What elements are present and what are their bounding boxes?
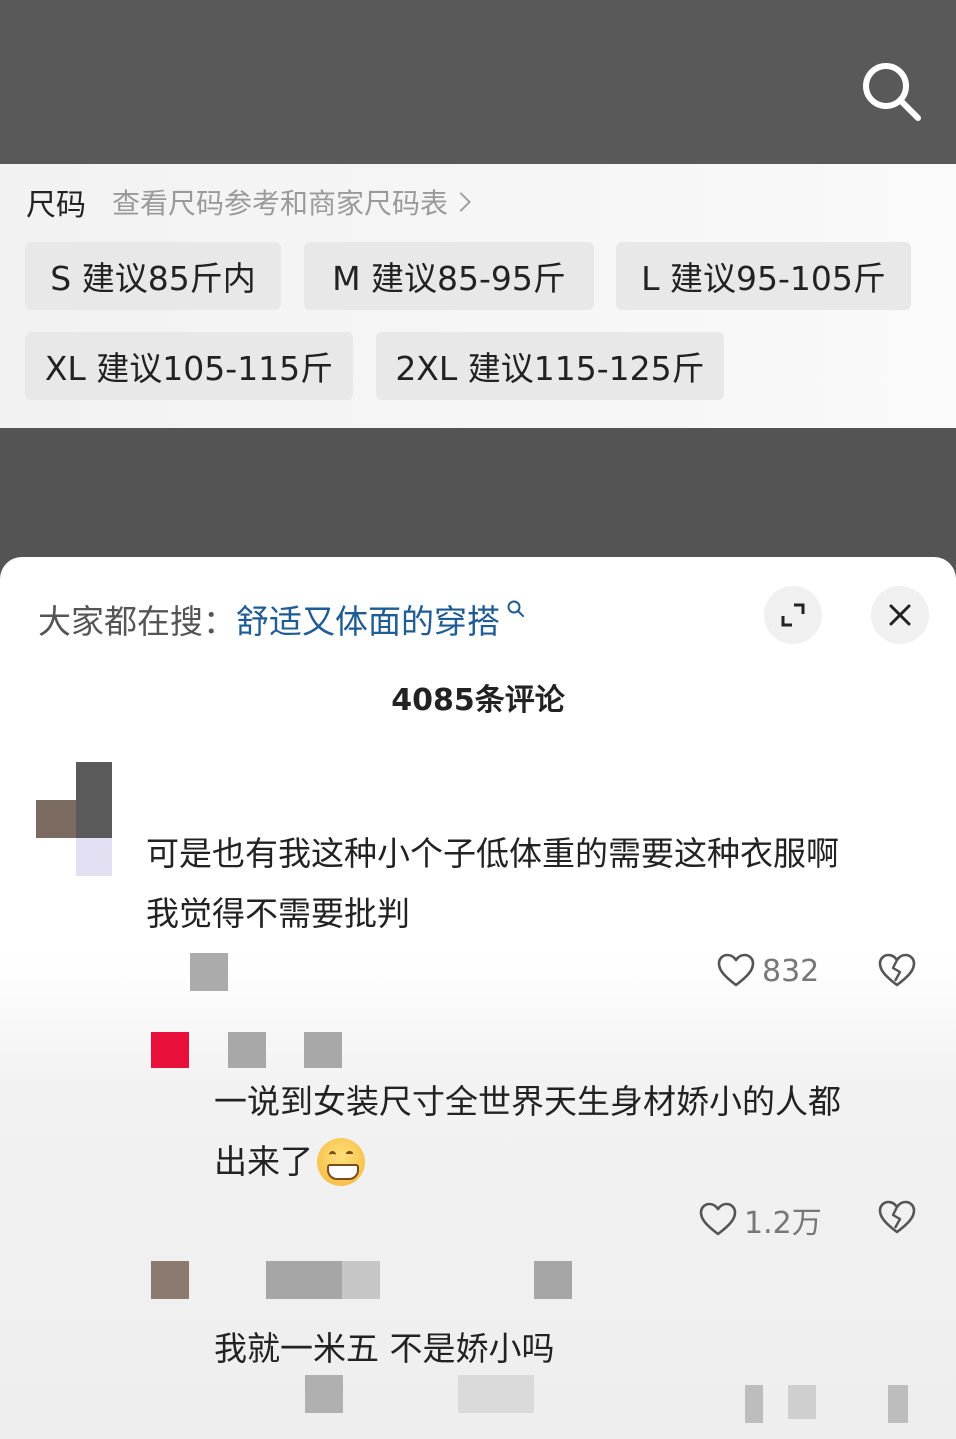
- size-option-l[interactable]: L 建议95-105斤: [616, 242, 911, 310]
- like-button[interactable]: 1.2万: [698, 1198, 822, 1242]
- close-button[interactable]: [871, 586, 929, 644]
- size-option-xl[interactable]: XL 建议105-115斤: [25, 332, 353, 400]
- expand-button[interactable]: [764, 586, 822, 644]
- comment-meta: [788, 1385, 816, 1419]
- like-count: 832: [762, 953, 820, 989]
- comment-text: 我就一米五 不是娇小吗: [214, 1329, 555, 1368]
- comment-meta: [266, 1261, 342, 1299]
- like-button[interactable]: 832: [716, 951, 819, 991]
- heart-icon: [699, 1202, 737, 1236]
- size-chart-link[interactable]: 查看尺码参考和商家尺码表: [112, 182, 471, 222]
- search-suggestion-term: 舒适又体面的穿搭: [236, 602, 500, 641]
- avatar[interactable]: [151, 1261, 189, 1299]
- comment-sheet: 大家都在搜： 舒适又体面的穿搭 4085条评论 可是也有我这种小个子低体重的需要…: [0, 557, 956, 1439]
- comment-text: 一说到女装尺寸全世界天生身材娇小的人都: [214, 1082, 841, 1121]
- broken-heart-icon: [878, 953, 916, 987]
- close-icon: [889, 604, 911, 626]
- search-suggestion-prefix: 大家都在搜：: [38, 602, 236, 641]
- video-background: [0, 428, 956, 558]
- dislike-button[interactable]: [877, 1198, 917, 1238]
- avatar[interactable]: [36, 800, 76, 838]
- comment-meta: [458, 1375, 534, 1413]
- size-chart-link-label: 查看尺码参考和商家尺码表: [112, 187, 449, 220]
- comment-text: 可是也有我这种小个子低体重的需要这种衣服啊: [146, 834, 839, 873]
- comment-meta: [305, 1375, 343, 1413]
- like-count: 1.2万: [744, 1206, 822, 1241]
- size-option-2xl[interactable]: 2XL 建议115-125斤: [376, 332, 724, 400]
- comment-meta: [888, 1385, 908, 1423]
- size-panel: 尺码 查看尺码参考和商家尺码表 S 建议85斤内 M 建议85-95斤 L 建议…: [0, 164, 956, 428]
- comment-text: 我觉得不需要批判: [146, 894, 410, 932]
- comment-text: 出来了: [214, 1142, 313, 1181]
- size-header: 尺码 查看尺码参考和商家尺码表: [26, 182, 471, 223]
- avatar[interactable]: [76, 762, 112, 838]
- expand-icon: [781, 603, 805, 627]
- avatar[interactable]: [151, 1032, 189, 1068]
- comment-count: 4085条评论: [391, 683, 565, 718]
- comment-meta: [190, 953, 228, 991]
- search-suggestion: 大家都在搜： 舒适又体面的穿搭: [38, 595, 526, 643]
- chevron-right-icon: [451, 192, 471, 212]
- comment-meta: [304, 1032, 342, 1068]
- comment-meta: [745, 1385, 763, 1423]
- comment-meta: [342, 1261, 380, 1299]
- broken-heart-icon: [878, 1200, 916, 1234]
- dislike-button[interactable]: [877, 951, 917, 991]
- avatar: [76, 838, 112, 876]
- comment-meta: [534, 1261, 572, 1299]
- search-suggestion-link[interactable]: 舒适又体面的穿搭: [236, 595, 526, 643]
- comment-meta: [228, 1032, 266, 1068]
- size-title: 尺码: [26, 188, 86, 223]
- grinning-emoji-icon: [317, 1138, 365, 1186]
- top-bar: [0, 0, 956, 164]
- size-option-m[interactable]: M 建议85-95斤: [304, 242, 594, 310]
- size-option-s[interactable]: S 建议85斤内: [25, 242, 281, 310]
- small-search-icon: [507, 600, 524, 617]
- heart-icon: [717, 953, 755, 987]
- comment-text-line: 出来了: [214, 1132, 365, 1192]
- search-icon[interactable]: [856, 56, 926, 126]
